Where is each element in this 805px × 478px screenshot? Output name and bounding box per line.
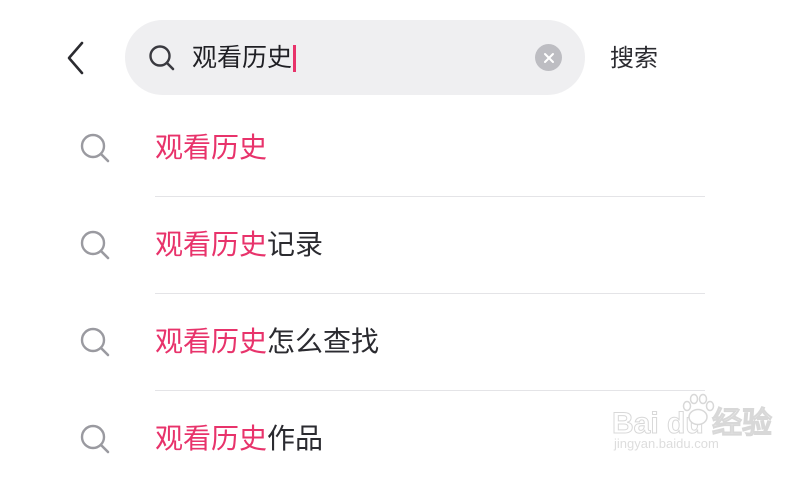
suggestion-rest: 怎么查找 — [267, 325, 380, 358]
suggestion-highlight: 观看历史 — [155, 325, 268, 358]
search-icon — [80, 133, 110, 163]
suggestion-text: 观看历史 — [155, 126, 267, 170]
suggestion-item[interactable]: 观看历史记录 — [0, 197, 805, 294]
clear-circle-icon — [543, 52, 554, 63]
suggestion-item[interactable]: 观看历史作品 — [0, 391, 805, 478]
suggestion-highlight: 观看历史 — [155, 131, 268, 164]
search-input-value: 观看历史 — [192, 43, 293, 72]
search-icon — [149, 45, 175, 71]
clear-button[interactable] — [535, 44, 562, 71]
suggestion-list: 观看历史 观看历史记录 观看历史怎么查找 观看历史作品 — [0, 100, 805, 478]
back-button[interactable] — [56, 36, 96, 80]
search-icon — [80, 424, 110, 454]
search-page: 观看历史 搜索 观看历史 观看历史记录 观看历史怎么查找 观看历史作品 Bai … — [0, 0, 805, 478]
search-submit-button[interactable]: 搜索 — [610, 36, 658, 80]
suggestion-item[interactable]: 观看历史 — [0, 100, 805, 197]
suggestion-item[interactable]: 观看历史怎么查找 — [0, 294, 805, 391]
search-icon — [80, 230, 110, 260]
search-icon — [80, 327, 110, 357]
suggestion-text: 观看历史怎么查找 — [155, 320, 379, 364]
suggestion-highlight: 观看历史 — [155, 228, 268, 261]
suggestion-text: 观看历史记录 — [155, 223, 323, 267]
suggestion-rest: 记录 — [267, 228, 324, 261]
search-input[interactable]: 观看历史 — [192, 38, 297, 78]
suggestion-text: 观看历史作品 — [155, 417, 323, 461]
suggestion-rest: 作品 — [267, 422, 324, 455]
search-bar[interactable]: 观看历史 — [125, 20, 585, 95]
text-caret — [293, 44, 297, 72]
suggestion-highlight: 观看历史 — [155, 422, 268, 455]
chevron-left-icon — [67, 41, 84, 75]
